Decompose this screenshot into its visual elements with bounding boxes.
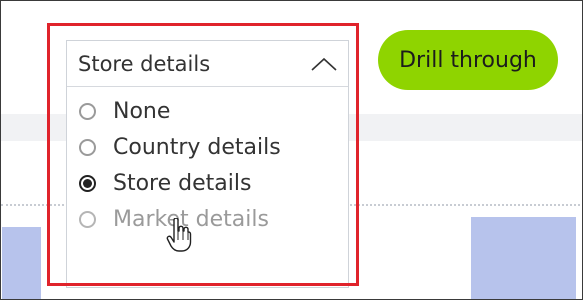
option-label: Country details [113, 134, 281, 160]
drill-through-dropdown[interactable]: Store details None Country details Store… [66, 40, 349, 288]
chevron-up-icon[interactable] [311, 57, 337, 71]
option-country-details[interactable]: Country details [79, 129, 339, 165]
dropdown-selected-value: Store details [78, 52, 211, 76]
radio-market-details[interactable] [79, 210, 96, 228]
chart-bar [471, 217, 576, 299]
option-none[interactable]: None [79, 93, 339, 129]
hand-pointer-icon [166, 218, 192, 252]
chart-bar [2, 227, 41, 299]
option-market-details[interactable]: Market details [79, 201, 339, 237]
option-label: Store details [113, 170, 252, 196]
dropdown-header[interactable]: Store details [67, 41, 348, 87]
radio-country-details[interactable] [79, 138, 96, 156]
option-list: None Country details Store details Marke… [79, 93, 339, 237]
option-store-details[interactable]: Store details [79, 165, 339, 201]
drill-through-button[interactable]: Drill through [378, 30, 558, 90]
radio-none[interactable] [79, 102, 96, 120]
radio-store-details-selected[interactable] [79, 174, 96, 192]
option-label: None [113, 98, 171, 124]
